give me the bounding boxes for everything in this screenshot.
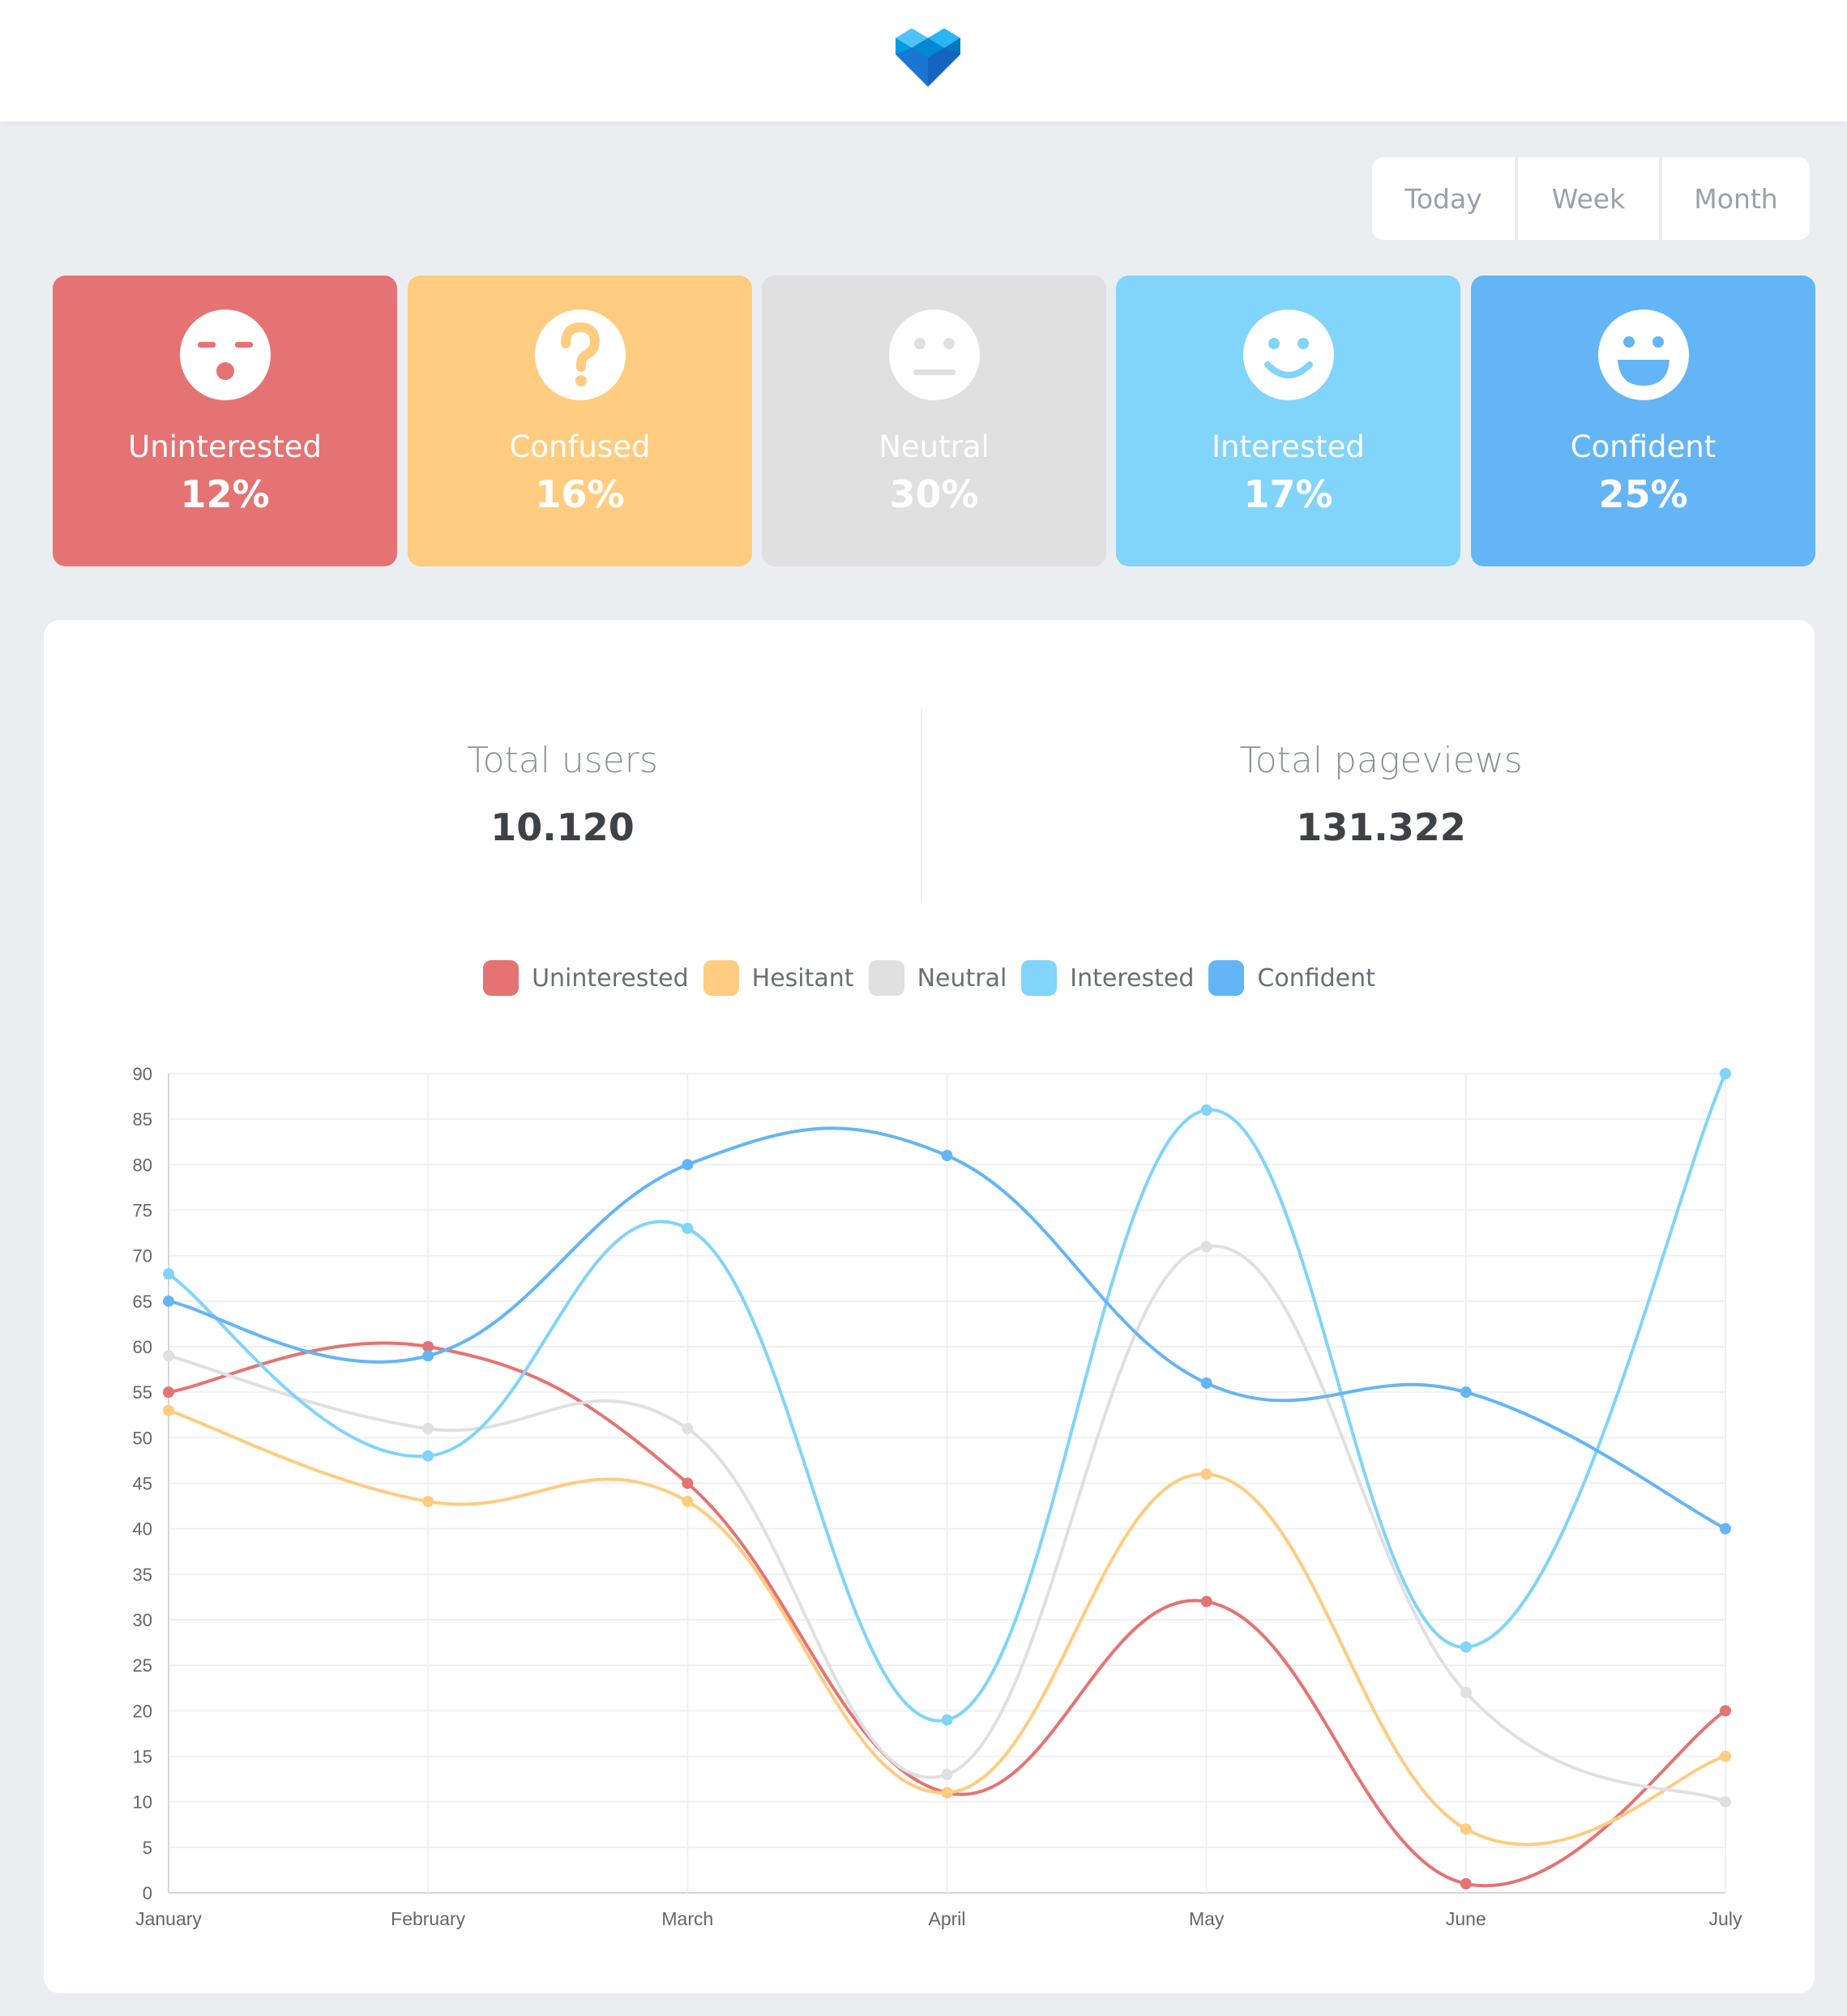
data-point-neutral [941, 1768, 953, 1780]
data-point-uninterested [163, 1386, 174, 1399]
y-tick-label: 70 [133, 1246, 152, 1266]
heart-gem-logo-icon[interactable] [896, 27, 960, 88]
data-point-confident [1720, 1523, 1731, 1535]
data-point-interested [1720, 1068, 1731, 1079]
data-point-interested [941, 1714, 953, 1726]
data-point-uninterested [1200, 1595, 1212, 1608]
data-point-neutral [1460, 1686, 1472, 1698]
y-tick-label: 35 [133, 1565, 152, 1585]
y-tick-label: 80 [133, 1155, 152, 1175]
y-tick-label: 85 [133, 1109, 152, 1130]
data-point-interested [1460, 1641, 1472, 1653]
y-tick-label: 20 [133, 1701, 152, 1721]
data-point-uninterested [682, 1477, 694, 1489]
x-tick-label: March [661, 1908, 713, 1929]
question-face-icon [535, 310, 626, 400]
x-tick-label: April [928, 1908, 965, 1929]
range-week-button[interactable]: Week [1518, 157, 1662, 240]
mood-card-value: 30% [889, 472, 979, 516]
x-tick-label: May [1189, 1908, 1225, 1929]
data-point-hesitant [163, 1404, 174, 1416]
data-point-interested [422, 1450, 434, 1462]
data-point-hesitant [1720, 1750, 1731, 1762]
mood-card-label: Confused [509, 429, 651, 464]
date-range-toggle: Today Week Month [1372, 157, 1810, 240]
mood-card-confident[interactable]: Confident 25% [1471, 275, 1815, 566]
x-tick-label: January [135, 1908, 202, 1929]
data-point-uninterested [1460, 1877, 1472, 1890]
mood-card-label: Confident [1570, 429, 1717, 464]
mood-card-label: Neutral [879, 429, 990, 464]
y-tick-label: 10 [133, 1792, 152, 1813]
x-tick-label: February [391, 1908, 466, 1929]
data-point-neutral [682, 1423, 694, 1435]
data-point-interested [163, 1268, 174, 1280]
data-point-neutral [1200, 1241, 1212, 1253]
mood-card-confused[interactable]: Confused 16% [408, 275, 752, 566]
x-tick-label: June [1446, 1908, 1486, 1929]
data-point-hesitant [422, 1495, 434, 1507]
y-tick-label: 75 [133, 1201, 152, 1221]
mood-card-uninterested[interactable]: Uninterested 12% [53, 275, 397, 566]
y-tick-label: 55 [133, 1382, 152, 1403]
data-point-neutral [422, 1423, 434, 1435]
smile-face-icon [1243, 310, 1334, 400]
sleepy-face-icon [180, 310, 271, 400]
y-tick-label: 0 [143, 1883, 152, 1903]
data-point-interested [682, 1222, 694, 1234]
data-point-hesitant [1200, 1468, 1212, 1480]
range-today-button[interactable]: Today [1372, 157, 1518, 240]
y-tick-label: 30 [133, 1610, 152, 1630]
y-tick-label: 15 [133, 1747, 152, 1767]
mood-line-chart: 0 5 10 15 20 25 30 35 40 45 50 55 60 65 70 75 80 85 90 Janu… [133, 1064, 1742, 1929]
data-point-neutral [1720, 1796, 1731, 1808]
data-point-neutral [163, 1350, 174, 1362]
y-tick-label: 45 [133, 1474, 152, 1494]
data-point-confident [163, 1295, 174, 1307]
mood-card-value: 25% [1598, 472, 1688, 516]
data-point-hesitant [682, 1495, 694, 1507]
data-point-confident [941, 1150, 953, 1162]
data-point-hesitant [1460, 1823, 1472, 1835]
data-point-confident [1460, 1386, 1472, 1399]
mood-card-neutral[interactable]: Neutral 30% [762, 275, 1106, 566]
top-bar [0, 0, 1847, 122]
y-tick-label: 65 [133, 1292, 152, 1312]
data-point-uninterested [1720, 1705, 1731, 1717]
neutral-face-icon [889, 310, 980, 400]
y-tick-label: 5 [143, 1838, 152, 1858]
data-point-confident [422, 1350, 434, 1362]
y-tick-label: 60 [133, 1337, 152, 1357]
mood-card-value: 17% [1243, 472, 1333, 516]
y-tick-label: 25 [133, 1655, 152, 1676]
mood-card-value: 12% [180, 472, 270, 516]
y-tick-label: 90 [133, 1064, 152, 1084]
data-point-confident [682, 1159, 694, 1171]
x-tick-label: July [1709, 1908, 1742, 1929]
grin-face-icon [1598, 310, 1689, 400]
mood-card-label: Interested [1212, 429, 1365, 464]
y-tick-label: 40 [133, 1519, 152, 1540]
data-point-hesitant [941, 1787, 953, 1799]
data-point-interested [1200, 1104, 1212, 1116]
mood-card-value: 16% [535, 472, 625, 516]
mood-card-interested[interactable]: Interested 17% [1116, 275, 1460, 566]
mood-card-label: Uninterested [128, 429, 322, 464]
data-point-confident [1200, 1377, 1212, 1389]
range-month-button[interactable]: Month [1662, 157, 1810, 240]
y-tick-label: 50 [133, 1428, 152, 1448]
analytics-panel: Total users 10.120 Total pageviews 131.3… [44, 620, 1815, 1993]
